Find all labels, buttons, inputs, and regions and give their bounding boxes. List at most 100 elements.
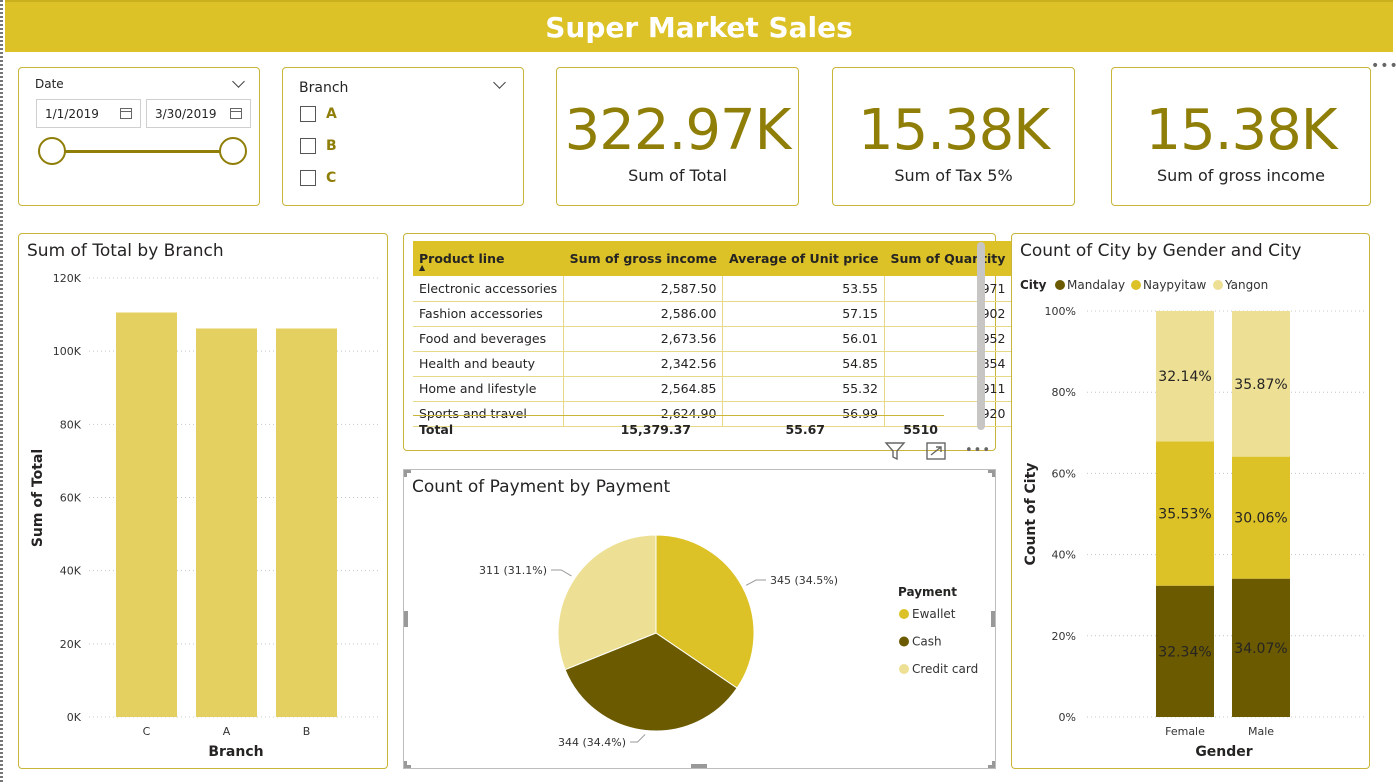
leader-line: [745, 579, 766, 586]
report-title: Super Market Sales: [545, 10, 853, 44]
branch-option-b[interactable]: B: [300, 138, 337, 154]
branch-slicer-title: Branch: [299, 80, 349, 96]
resize-handle[interactable]: [691, 764, 707, 768]
bar-chart-svg: 0K 20K 40K 60K 80K 100K 120K C A B Branch Sum of To…: [30, 272, 379, 760]
table-cell: 2,342.56: [563, 351, 724, 377]
resize-handle[interactable]: [404, 611, 408, 627]
y-tick-label: 80K: [60, 418, 82, 431]
date-slicer[interactable]: Date 1/1/2019 3/30/2019: [18, 67, 260, 206]
x-axis-label: Branch: [208, 744, 263, 760]
date-range-track[interactable]: [51, 150, 233, 153]
table-cell: 2,673.56: [563, 326, 724, 352]
x-axis-label: Gender: [1195, 744, 1252, 760]
checkbox[interactable]: [300, 138, 316, 154]
y-tick-label: 100K: [53, 345, 82, 358]
end-date-input[interactable]: 3/30/2019: [146, 99, 251, 128]
calendar-icon[interactable]: [120, 108, 132, 119]
data-label: 35.53%: [1158, 507, 1211, 523]
resize-corner[interactable]: [404, 470, 411, 477]
table-row[interactable]: Health and beauty 2,342.56 54.85 854: [413, 351, 1012, 377]
y-tick-label: 0K: [67, 711, 82, 724]
table-cell: 54.85: [722, 351, 886, 377]
payment-pie-chart[interactable]: Count of Payment by Payment 345 (34.5%) 3…: [403, 469, 996, 769]
legend-marker: [899, 636, 909, 647]
canvas-edge: [0, 0, 3, 784]
checkbox[interactable]: [300, 170, 316, 186]
table-scrollbar[interactable]: [977, 242, 985, 430]
y-tick-label: 120K: [53, 272, 82, 285]
resize-handle[interactable]: [991, 611, 995, 627]
column-header-gross-income[interactable]: Sum of gross income: [563, 241, 723, 276]
resize-corner[interactable]: [988, 470, 995, 477]
more-options-icon[interactable]: •••: [1371, 58, 1396, 74]
chevron-down-icon[interactable]: [232, 75, 245, 88]
y-tick-label: 80%: [1052, 386, 1076, 399]
total-quantity: 5510: [903, 422, 938, 437]
more-options-icon[interactable]: •••: [965, 443, 991, 458]
table-cell: 53.55: [722, 276, 886, 302]
data-label: 344 (34.4%): [558, 736, 626, 749]
table-cell: 911: [884, 376, 1012, 402]
x-tick-label: B: [303, 725, 311, 738]
calendar-icon[interactable]: [230, 108, 242, 119]
end-date-value: 3/30/2019: [155, 107, 217, 121]
kpi-value: 15.38K: [1145, 98, 1337, 163]
y-tick-label: 60%: [1052, 467, 1076, 480]
chevron-down-icon[interactable]: [493, 76, 506, 89]
date-range-end-handle[interactable]: [219, 137, 247, 165]
branch-option-c[interactable]: C: [300, 170, 336, 186]
kpi-label: Sum of Total: [628, 166, 727, 185]
x-tick-label: A: [223, 725, 231, 738]
total-unit-price: 55.67: [785, 422, 825, 437]
table-cell: 854: [884, 351, 1012, 377]
y-tick-label: 100%: [1045, 305, 1076, 318]
data-label: 311 (31.1%): [479, 564, 547, 577]
city-gender-chart[interactable]: Count of City by Gender and City 0% 20% 40…: [1011, 233, 1370, 769]
table-cell: 55.32: [722, 376, 886, 402]
stacked-chart-svg: 0% 20% 40% 60% 80% 100% 32.34% 35.53% 32.14% Fema…: [1020, 278, 1367, 760]
y-tick-label: 0%: [1059, 711, 1076, 724]
table-row[interactable]: Home and lifestyle 2,564.85 55.32 911: [413, 376, 1012, 402]
resize-corner[interactable]: [988, 761, 995, 768]
branch-bar-chart[interactable]: Sum of Total by Branch 0K 20K 40K 60K 80K 100…: [18, 233, 388, 769]
branch-option-a[interactable]: A: [300, 106, 337, 122]
table-cell: Health and beauty: [413, 351, 565, 377]
focus-mode-icon[interactable]: [925, 441, 947, 461]
y-tick-label: 60K: [60, 492, 82, 505]
kpi-card-tax[interactable]: 15.38K Sum of Tax 5%: [832, 67, 1075, 206]
x-tick-label: Male: [1248, 725, 1274, 738]
leader-line: [630, 734, 646, 743]
column-header-product-line[interactable]: Product line ▲: [413, 241, 564, 276]
table-row[interactable]: Electronic accessories 2,587.50 53.55 971: [413, 276, 1012, 302]
checkbox[interactable]: [300, 106, 316, 122]
branch-slicer[interactable]: Branch A B C: [282, 67, 524, 206]
legend-label: Naypyitaw: [1143, 278, 1207, 292]
start-date-input[interactable]: 1/1/2019: [36, 99, 141, 128]
bar: [276, 328, 337, 717]
table-row[interactable]: Food and beverages 2,673.56 56.01 952: [413, 326, 1012, 352]
table-cell: Electronic accessories: [413, 276, 565, 302]
data-label: 30.06%: [1234, 511, 1287, 527]
product-line-table[interactable]: Product line ▲ Sum of gross income Avera…: [403, 233, 1012, 451]
column-header-quantity[interactable]: Sum of Quantity: [884, 241, 1012, 276]
table-row[interactable]: Fashion accessories 2,586.00 57.15 902: [413, 301, 1012, 327]
legend-title: City: [1020, 278, 1047, 292]
data-label: 35.87%: [1234, 377, 1287, 393]
filter-icon[interactable]: [884, 441, 906, 461]
resize-corner[interactable]: [404, 761, 411, 768]
kpi-label: Sum of Tax 5%: [894, 166, 1013, 185]
column-header-unit-price[interactable]: Average of Unit price: [722, 241, 885, 276]
start-date-value: 1/1/2019: [45, 107, 99, 121]
x-tick-label: Female: [1165, 725, 1205, 738]
legend-label: Yangon: [1224, 278, 1268, 292]
kpi-card-gross-income[interactable]: 15.38K Sum of gross income: [1111, 67, 1371, 206]
kpi-card-total[interactable]: 322.97K Sum of Total: [556, 67, 799, 206]
y-axis-label: Count of City: [1023, 463, 1039, 566]
table-cell: 971: [884, 276, 1012, 302]
table-cell: 952: [884, 326, 1012, 352]
date-range-start-handle[interactable]: [38, 137, 66, 165]
branch-option-label: A: [326, 106, 337, 122]
sort-ascending-icon[interactable]: ▲: [419, 263, 425, 272]
x-tick-label: C: [143, 725, 151, 738]
table-header-row: Product line ▲ Sum of gross income Avera…: [413, 241, 1012, 276]
